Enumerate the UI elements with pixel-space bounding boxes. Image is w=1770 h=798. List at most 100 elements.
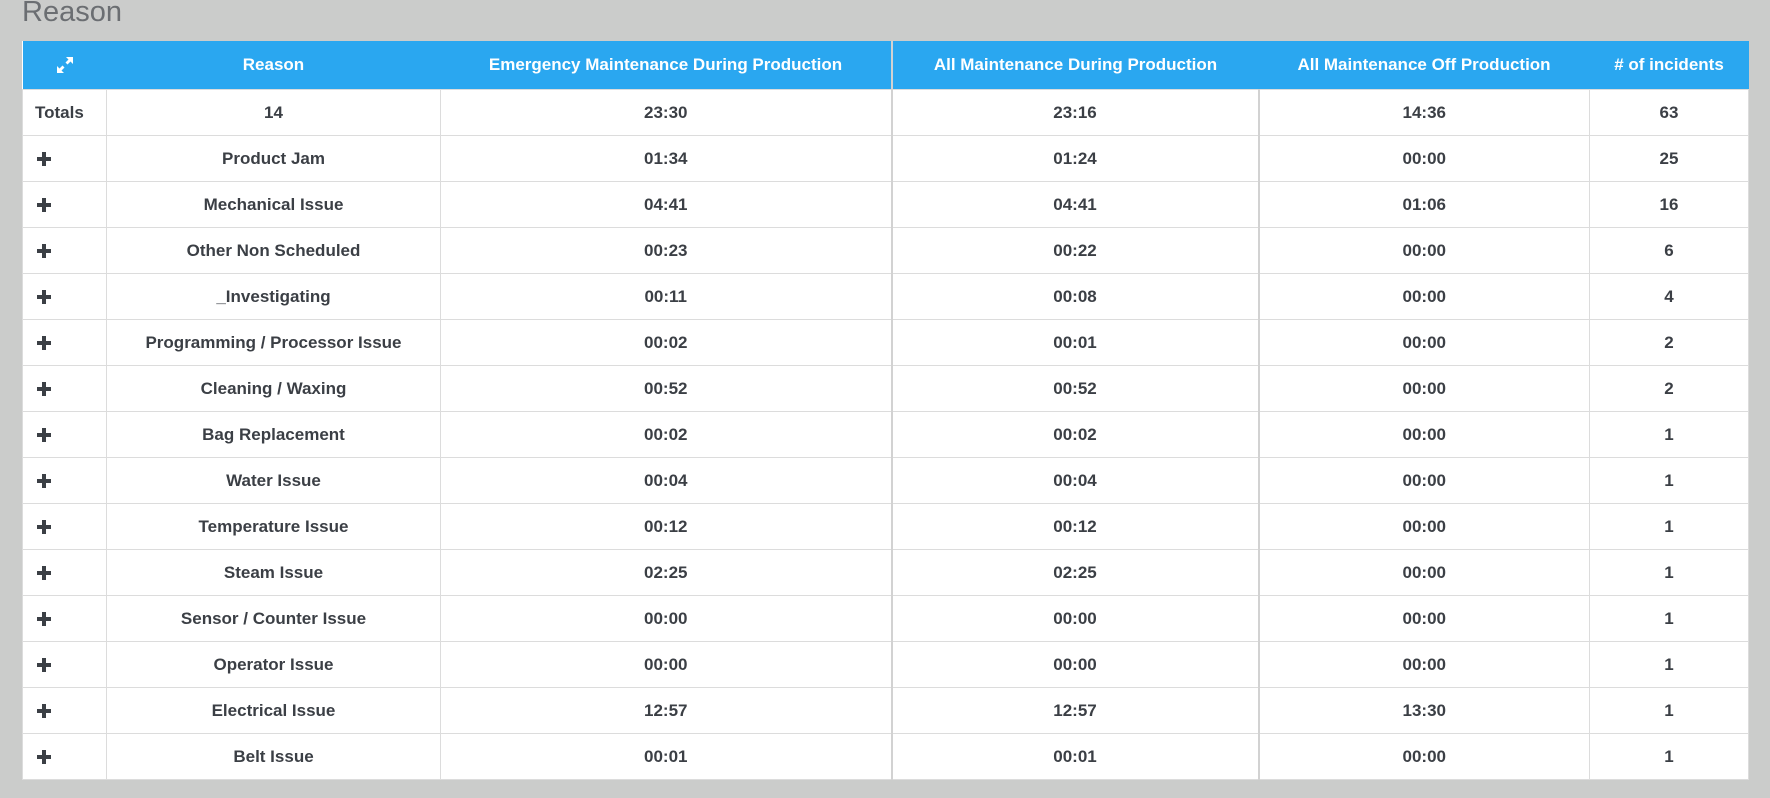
totals-off: 14:36: [1257, 89, 1590, 136]
row-off: 00:00: [1257, 549, 1590, 596]
row-off: 00:00: [1257, 411, 1590, 458]
row-expand-button[interactable]: [22, 181, 107, 228]
row-emergency: 00:52: [440, 365, 892, 412]
row-during: 00:04: [890, 457, 1259, 504]
table-row: Cleaning / Waxing 00:52 00:52 00:00 2: [22, 365, 1749, 412]
row-during: 00:00: [890, 595, 1259, 642]
row-emergency: 00:00: [440, 641, 892, 688]
totals-emergency: 23:30: [440, 89, 892, 136]
row-off: 00:00: [1257, 457, 1590, 504]
row-expand-button[interactable]: [22, 549, 107, 596]
row-expand-button[interactable]: [22, 687, 107, 734]
row-reason: Bag Replacement: [106, 411, 441, 458]
row-incidents: 6: [1589, 227, 1749, 274]
row-incidents: 1: [1589, 595, 1749, 642]
expand-all-button[interactable]: [22, 41, 107, 90]
row-reason: Sensor / Counter Issue: [106, 595, 441, 642]
row-expand-button[interactable]: [22, 457, 107, 504]
row-expand-button[interactable]: [22, 595, 107, 642]
plus-icon: [37, 290, 51, 305]
totals-label: Totals: [22, 89, 107, 136]
row-expand-button[interactable]: [22, 319, 107, 366]
row-emergency: 02:25: [440, 549, 892, 596]
plus-icon: [37, 428, 51, 443]
row-reason: Steam Issue: [106, 549, 441, 596]
row-during: 01:24: [890, 135, 1259, 182]
plus-icon: [37, 612, 51, 627]
table-row: Steam Issue 02:25 02:25 00:00 1: [22, 549, 1749, 596]
row-expand-button[interactable]: [22, 365, 107, 412]
row-reason: Product Jam: [106, 135, 441, 182]
totals-incidents: 63: [1589, 89, 1749, 136]
row-reason: Mechanical Issue: [106, 181, 441, 228]
header-incidents[interactable]: # of incidents: [1589, 41, 1749, 90]
row-reason: _Investigating: [106, 273, 441, 320]
row-incidents: 4: [1589, 273, 1749, 320]
plus-icon: [37, 704, 51, 719]
reason-table: Reason Emergency Maintenance During Prod…: [22, 41, 1749, 780]
header-reason[interactable]: Reason: [106, 41, 441, 90]
row-emergency: 01:34: [440, 135, 892, 182]
row-during: 02:25: [890, 549, 1259, 596]
row-during: 12:57: [890, 687, 1259, 734]
row-emergency: 00:00: [440, 595, 892, 642]
row-expand-button[interactable]: [22, 135, 107, 182]
row-incidents: 1: [1589, 457, 1749, 504]
row-reason: Other Non Scheduled: [106, 227, 441, 274]
row-reason: Temperature Issue: [106, 503, 441, 550]
row-during: 00:01: [890, 319, 1259, 366]
row-emergency: 00:02: [440, 319, 892, 366]
table-row: Mechanical Issue 04:41 04:41 01:06 16: [22, 181, 1749, 228]
table-header-row: Reason Emergency Maintenance During Prod…: [22, 41, 1749, 90]
row-incidents: 1: [1589, 687, 1749, 734]
row-expand-button[interactable]: [22, 733, 107, 780]
header-emergency-maintenance[interactable]: Emergency Maintenance During Production: [440, 41, 892, 90]
row-off: 00:00: [1257, 135, 1590, 182]
table-row: Operator Issue 00:00 00:00 00:00 1: [22, 641, 1749, 688]
header-all-maintenance-off[interactable]: All Maintenance Off Production: [1258, 41, 1590, 90]
row-expand-button[interactable]: [22, 641, 107, 688]
row-during: 00:08: [890, 273, 1259, 320]
row-expand-button[interactable]: [22, 227, 107, 274]
row-during: 00:01: [890, 733, 1259, 780]
row-incidents: 1: [1589, 549, 1749, 596]
row-off: 01:06: [1257, 181, 1590, 228]
table-row: Product Jam 01:34 01:24 00:00 25: [22, 135, 1749, 182]
row-during: 00:12: [890, 503, 1259, 550]
totals-reason-count: 14: [106, 89, 441, 136]
row-off: 13:30: [1257, 687, 1590, 734]
row-reason: Operator Issue: [106, 641, 441, 688]
table-row: Programming / Processor Issue 00:02 00:01 0…: [22, 319, 1749, 366]
table-row: Temperature Issue 00:12 00:12 00:00 1: [22, 503, 1749, 550]
row-emergency: 00:11: [440, 273, 892, 320]
row-expand-button[interactable]: [22, 411, 107, 458]
table-row: Other Non Scheduled 00:23 00:22 00:00 6: [22, 227, 1749, 274]
plus-icon: [37, 658, 51, 673]
row-reason: Water Issue: [106, 457, 441, 504]
row-expand-button[interactable]: [22, 273, 107, 320]
totals-row: Totals 14 23:30 23:16 14:36 63: [22, 89, 1749, 136]
header-all-maintenance-during[interactable]: All Maintenance During Production: [890, 41, 1259, 90]
plus-icon: [37, 520, 51, 535]
row-incidents: 1: [1589, 641, 1749, 688]
table-row: Bag Replacement 00:02 00:02 00:00 1: [22, 411, 1749, 458]
plus-icon: [37, 382, 51, 397]
row-incidents: 2: [1589, 319, 1749, 366]
plus-icon: [37, 566, 51, 581]
row-incidents: 1: [1589, 411, 1749, 458]
row-incidents: 1: [1589, 733, 1749, 780]
row-reason: Electrical Issue: [106, 687, 441, 734]
row-during: 00:02: [890, 411, 1259, 458]
table-row: Water Issue 00:04 00:04 00:00 1: [22, 457, 1749, 504]
row-expand-button[interactable]: [22, 503, 107, 550]
row-during: 00:00: [890, 641, 1259, 688]
plus-icon: [37, 152, 51, 167]
row-off: 00:00: [1257, 595, 1590, 642]
plus-icon: [37, 474, 51, 489]
expand-icon: [56, 57, 73, 74]
row-off: 00:00: [1257, 641, 1590, 688]
row-off: 00:00: [1257, 273, 1590, 320]
row-off: 00:00: [1257, 365, 1590, 412]
row-emergency: 00:04: [440, 457, 892, 504]
row-incidents: 25: [1589, 135, 1749, 182]
